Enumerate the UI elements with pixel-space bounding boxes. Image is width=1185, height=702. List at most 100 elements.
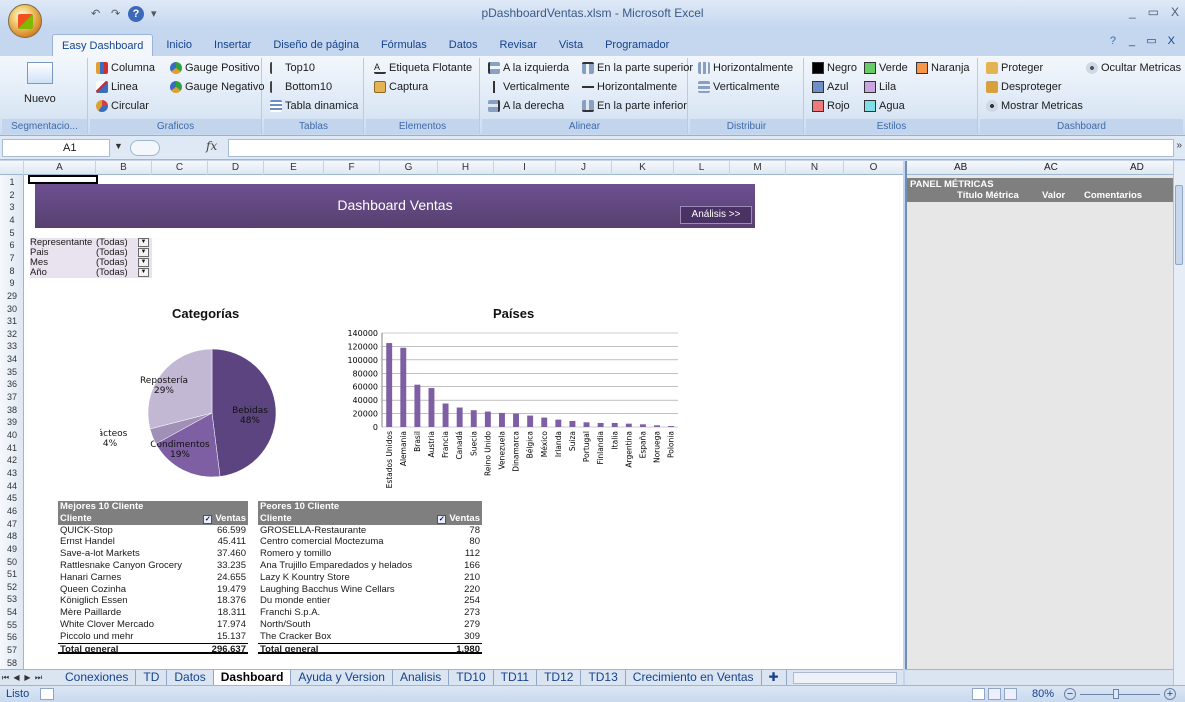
row-header[interactable]: 46 (0, 505, 24, 517)
minimize-button[interactable]: _ (1129, 5, 1136, 19)
row-header[interactable]: 38 (0, 404, 24, 416)
bottom10-button[interactable]: Bottom10 (270, 81, 332, 93)
column-header[interactable]: M (730, 161, 786, 175)
sheet-tab[interactable]: TD (136, 670, 168, 685)
analysis-button[interactable]: Análisis >> (680, 206, 752, 224)
row-header[interactable]: 41 (0, 442, 24, 454)
next-sheet-icon[interactable]: ▶ (22, 673, 33, 682)
column-header[interactable]: L (674, 161, 730, 175)
top10-button[interactable]: Top10 (270, 62, 315, 74)
formula-cancel-button[interactable] (130, 140, 160, 156)
office-button[interactable] (8, 4, 42, 38)
name-box[interactable]: A1 (2, 139, 110, 157)
filter-dropdown-icon[interactable]: ▼ (138, 248, 149, 257)
sheet-tab[interactable]: Crecimiento en Ventas (626, 670, 762, 685)
row-header[interactable]: 31 (0, 315, 24, 327)
ribbon-tab[interactable]: Vista (550, 34, 592, 56)
row-header[interactable]: 8 (0, 265, 24, 277)
close-button[interactable]: X (1171, 5, 1179, 19)
filter-dropdown-icon[interactable]: ▼ (138, 268, 149, 277)
row-header[interactable]: 58 (0, 657, 24, 669)
ocultar-metricas-button[interactable]: Ocultar Metricas (1086, 62, 1181, 74)
page-break-icon[interactable] (1004, 688, 1017, 700)
row-header[interactable]: 30 (0, 303, 24, 315)
zoom-out-button[interactable]: − (1064, 688, 1076, 700)
row-header[interactable]: 40 (0, 429, 24, 441)
row-header[interactable]: 37 (0, 391, 24, 403)
row-header[interactable]: 29 (0, 290, 24, 302)
filter-check-icon[interactable]: ✓ (437, 514, 447, 524)
chevron-down-icon[interactable]: ▼ (114, 141, 123, 151)
row-header[interactable]: 44 (0, 480, 24, 492)
formula-input[interactable] (228, 139, 1174, 157)
row-header[interactable]: 55 (0, 619, 24, 631)
align-top-button[interactable]: En la parte superior (582, 62, 693, 74)
row-header[interactable]: 35 (0, 366, 24, 378)
sheet-tab[interactable]: TD10 (449, 670, 494, 685)
row-header[interactable]: 51 (0, 568, 24, 580)
macro-record-icon[interactable] (40, 688, 54, 700)
row-header[interactable]: 43 (0, 467, 24, 479)
style-verde-button[interactable]: Verde (864, 62, 908, 74)
row-header[interactable]: 42 (0, 454, 24, 466)
zoom-in-button[interactable]: + (1164, 688, 1176, 700)
etiqueta-flotante-button[interactable]: A Etiqueta Flotante (374, 62, 472, 74)
column-header[interactable]: G (380, 161, 438, 175)
sheet-tab[interactable]: Conexiones (58, 670, 137, 685)
distribute-vertical-button[interactable]: Verticalmente (698, 81, 780, 93)
function-icon[interactable]: fx (206, 139, 217, 153)
row-header[interactable]: 50 (0, 556, 24, 568)
row-header[interactable]: 57 (0, 644, 24, 656)
insert-sheet-icon[interactable]: ✚ (762, 670, 787, 685)
row-header[interactable]: 33 (0, 340, 24, 352)
row-header[interactable]: 48 (0, 530, 24, 542)
filter-dropdown-icon[interactable]: ▼ (138, 238, 149, 247)
sheet-tab[interactable]: Dashboard (213, 670, 292, 685)
normal-view-icon[interactable] (972, 688, 985, 700)
row-header[interactable]: 34 (0, 353, 24, 365)
column-header[interactable]: F (324, 161, 380, 175)
style-azul-button[interactable]: Azul (812, 81, 848, 93)
ribbon-tab[interactable]: Revisar (491, 34, 546, 56)
row-header[interactable]: 5 (0, 227, 24, 239)
ribbon-tab[interactable]: Inicio (157, 34, 201, 56)
style-lila-button[interactable]: Lila (864, 81, 896, 93)
prev-sheet-icon[interactable]: ◀ (11, 673, 22, 682)
captura-button[interactable]: Captura (374, 81, 428, 93)
distribute-horizontal-button[interactable]: Horizontalmente (698, 62, 793, 74)
ribbon-help-icon[interactable]: ? (1110, 35, 1116, 47)
horizontal-scrollbar[interactable] (792, 671, 897, 684)
column-header[interactable]: J (556, 161, 612, 175)
row-header[interactable]: 49 (0, 543, 24, 555)
column-header[interactable]: H (438, 161, 494, 175)
style-rojo-button[interactable]: Rojo (812, 100, 850, 112)
style-negro-button[interactable]: Negro (812, 62, 857, 74)
row-header[interactable]: 32 (0, 328, 24, 340)
linea-button[interactable]: Linea (96, 81, 138, 93)
select-all-corner[interactable] (0, 161, 24, 175)
cell-selection[interactable] (28, 175, 98, 184)
nuevo-button[interactable]: Nuevo (24, 62, 56, 105)
sheet-tab[interactable]: TD11 (494, 670, 538, 685)
sheet-tab[interactable]: Ayuda y Version (291, 670, 393, 685)
ventas-header[interactable]: ✓ Ventas (437, 513, 480, 525)
row-header[interactable]: 7 (0, 252, 24, 264)
row-header[interactable]: 3 (0, 201, 24, 213)
row-header[interactable]: 9 (0, 277, 24, 289)
desproteger-button[interactable]: Desproteger (986, 81, 1062, 93)
column-header[interactable]: K (612, 161, 674, 175)
row-header[interactable]: 47 (0, 518, 24, 530)
mostrar-metricas-button[interactable]: Mostrar Metricas (986, 100, 1083, 112)
gauge-positivo-button[interactable]: Gauge Positivo (170, 62, 260, 74)
column-header[interactable]: I (494, 161, 556, 175)
ventas-header[interactable]: ✓ Ventas (203, 513, 246, 525)
circular-button[interactable]: Circular (96, 100, 149, 112)
row-header[interactable]: 52 (0, 581, 24, 593)
column-header[interactable]: O (844, 161, 903, 175)
panel-horizontal-scrollbar[interactable] (905, 669, 1173, 685)
column-header[interactable]: A (24, 161, 96, 175)
sheet-tab[interactable]: Datos (167, 670, 214, 685)
row-header[interactable]: 1 (0, 176, 24, 188)
column-header[interactable]: C (152, 161, 208, 175)
style-naranja-button[interactable]: Naranja (916, 62, 970, 74)
